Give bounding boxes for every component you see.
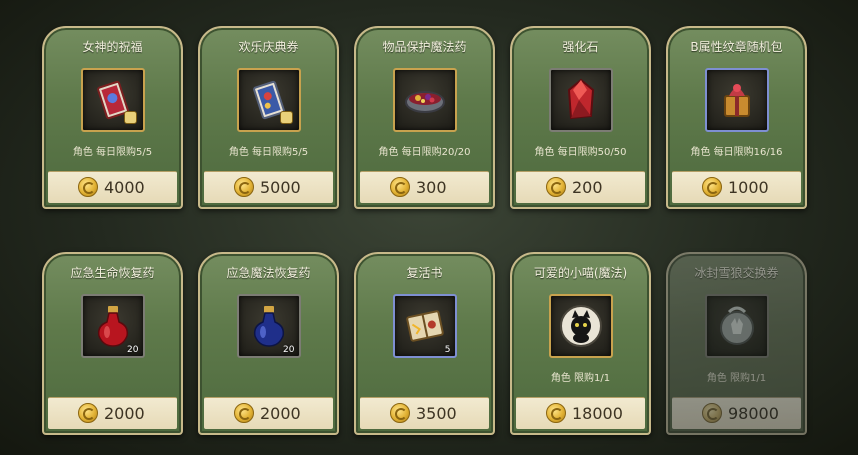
item-slot bbox=[704, 294, 769, 358]
item-slot bbox=[392, 68, 457, 132]
shop-item-card[interactable]: 应急生命恢复药 20 2000 bbox=[42, 252, 183, 435]
red-potion-icon bbox=[97, 306, 128, 347]
gold-coin-icon bbox=[390, 403, 410, 423]
price-bar[interactable]: 200 bbox=[516, 171, 645, 203]
gold-coin-icon bbox=[546, 177, 566, 197]
purchase-limit: 角色 限购1/1 bbox=[550, 373, 611, 384]
gold-coin-icon bbox=[234, 177, 254, 197]
price-bar[interactable]: 2000 bbox=[48, 397, 177, 429]
protection-potion-bowl-icon bbox=[404, 91, 445, 113]
item-name: 复活书 bbox=[406, 266, 443, 280]
purchase-limit: 角色 限购1/1 bbox=[706, 373, 767, 384]
price-bar[interactable]: 3500 bbox=[360, 397, 489, 429]
bound-lock-icon bbox=[279, 111, 293, 124]
purchase-limit: 角色 每日限购20/20 bbox=[378, 147, 471, 158]
item-name: B属性纹章随机包 bbox=[690, 40, 783, 54]
item-slot bbox=[548, 294, 613, 358]
price-amount: 300 bbox=[416, 178, 447, 197]
gold-coin-icon bbox=[390, 177, 410, 197]
price-amount: 2000 bbox=[104, 404, 145, 423]
purchase-limit: 角色 每日限购5/5 bbox=[228, 147, 309, 158]
item-quantity: 5 bbox=[444, 345, 451, 355]
gold-coin-icon bbox=[702, 403, 722, 423]
purchase-limit: 角色 每日限购16/16 bbox=[690, 147, 783, 158]
gold-coin-icon bbox=[78, 177, 98, 197]
price-bar[interactable]: 4000 bbox=[48, 171, 177, 203]
gold-coin-icon bbox=[702, 177, 722, 197]
bound-lock-icon bbox=[123, 111, 137, 124]
emblem-pack-icon bbox=[723, 84, 750, 117]
shop-item-card[interactable]: 应急魔法恢复药 20 2000 bbox=[198, 252, 339, 435]
price-bar[interactable]: 5000 bbox=[204, 171, 333, 203]
item-name: 物品保护魔法药 bbox=[382, 40, 467, 54]
price-amount: 98000 bbox=[728, 404, 779, 423]
price-bar: 98000 bbox=[672, 397, 801, 429]
gold-coin-icon bbox=[78, 403, 98, 423]
price-amount: 18000 bbox=[572, 404, 623, 423]
price-amount: 200 bbox=[572, 178, 603, 197]
price-amount: 4000 bbox=[104, 178, 145, 197]
price-bar[interactable]: 18000 bbox=[516, 397, 645, 429]
shop-item-card[interactable]: 复活书 5 3500 bbox=[354, 252, 495, 435]
item-slot bbox=[80, 68, 145, 132]
red-crystal-icon bbox=[567, 78, 594, 120]
item-name: 应急魔法恢复药 bbox=[226, 266, 311, 280]
gold-coin-icon bbox=[546, 403, 566, 423]
item-quantity: 20 bbox=[127, 345, 139, 355]
shop-item-card[interactable]: 女神的祝福 角色 每日限购5/5 4000 bbox=[42, 26, 183, 209]
item-slot bbox=[236, 68, 301, 132]
item-slot bbox=[704, 68, 769, 132]
price-bar[interactable]: 1000 bbox=[672, 171, 801, 203]
purchase-limit: 角色 每日限购50/50 bbox=[534, 147, 627, 158]
shop-item-card[interactable]: 物品保护魔法药 角色 每日限购20/20 300 bbox=[354, 26, 495, 209]
item-quantity: 20 bbox=[283, 345, 295, 355]
price-amount: 5000 bbox=[260, 178, 301, 197]
shop-item-card[interactable]: B属性纹章随机包 角色 每日限购16/16 1000 bbox=[666, 26, 807, 209]
price-bar[interactable]: 300 bbox=[360, 171, 489, 203]
item-name: 冰封雪狼交换券 bbox=[694, 266, 779, 280]
price-amount: 1000 bbox=[728, 178, 769, 197]
shop-item-card-disabled: 冰封雪狼交换券 角色 限购1/1 98000 bbox=[666, 252, 807, 435]
item-name: 强化石 bbox=[562, 40, 599, 54]
shop-item-card[interactable]: 欢乐庆典券 角色 每日限购5/5 5000 bbox=[198, 26, 339, 209]
item-slot: 20 bbox=[80, 294, 145, 358]
item-name: 可爱的小喵(魔法) bbox=[533, 266, 628, 280]
item-name: 女神的祝福 bbox=[82, 40, 143, 54]
price-amount: 3500 bbox=[416, 404, 457, 423]
revival-book-icon bbox=[405, 310, 444, 342]
item-name: 欢乐庆典券 bbox=[238, 40, 299, 54]
snow-wolf-ticket-icon bbox=[719, 306, 754, 345]
blue-potion-icon bbox=[253, 306, 284, 347]
item-slot bbox=[548, 68, 613, 132]
item-slot: 5 bbox=[392, 294, 457, 358]
gold-coin-icon bbox=[234, 403, 254, 423]
item-name: 应急生命恢复药 bbox=[70, 266, 155, 280]
shop-item-card[interactable]: 可爱的小喵(魔法) 角色 限购1/1 18000 bbox=[510, 252, 651, 435]
price-bar[interactable]: 2000 bbox=[204, 397, 333, 429]
purchase-limit: 角色 每日限购5/5 bbox=[72, 147, 153, 158]
shop-grid: 女神的祝福 角色 每日限购5/5 4000 欢乐庆典券 角色 每日限购5/5 5… bbox=[0, 0, 858, 455]
item-slot: 20 bbox=[236, 294, 301, 358]
shop-item-card[interactable]: 强化石 角色 每日限购50/50 200 bbox=[510, 26, 651, 209]
price-amount: 2000 bbox=[260, 404, 301, 423]
black-cat-pet-icon bbox=[559, 305, 602, 347]
